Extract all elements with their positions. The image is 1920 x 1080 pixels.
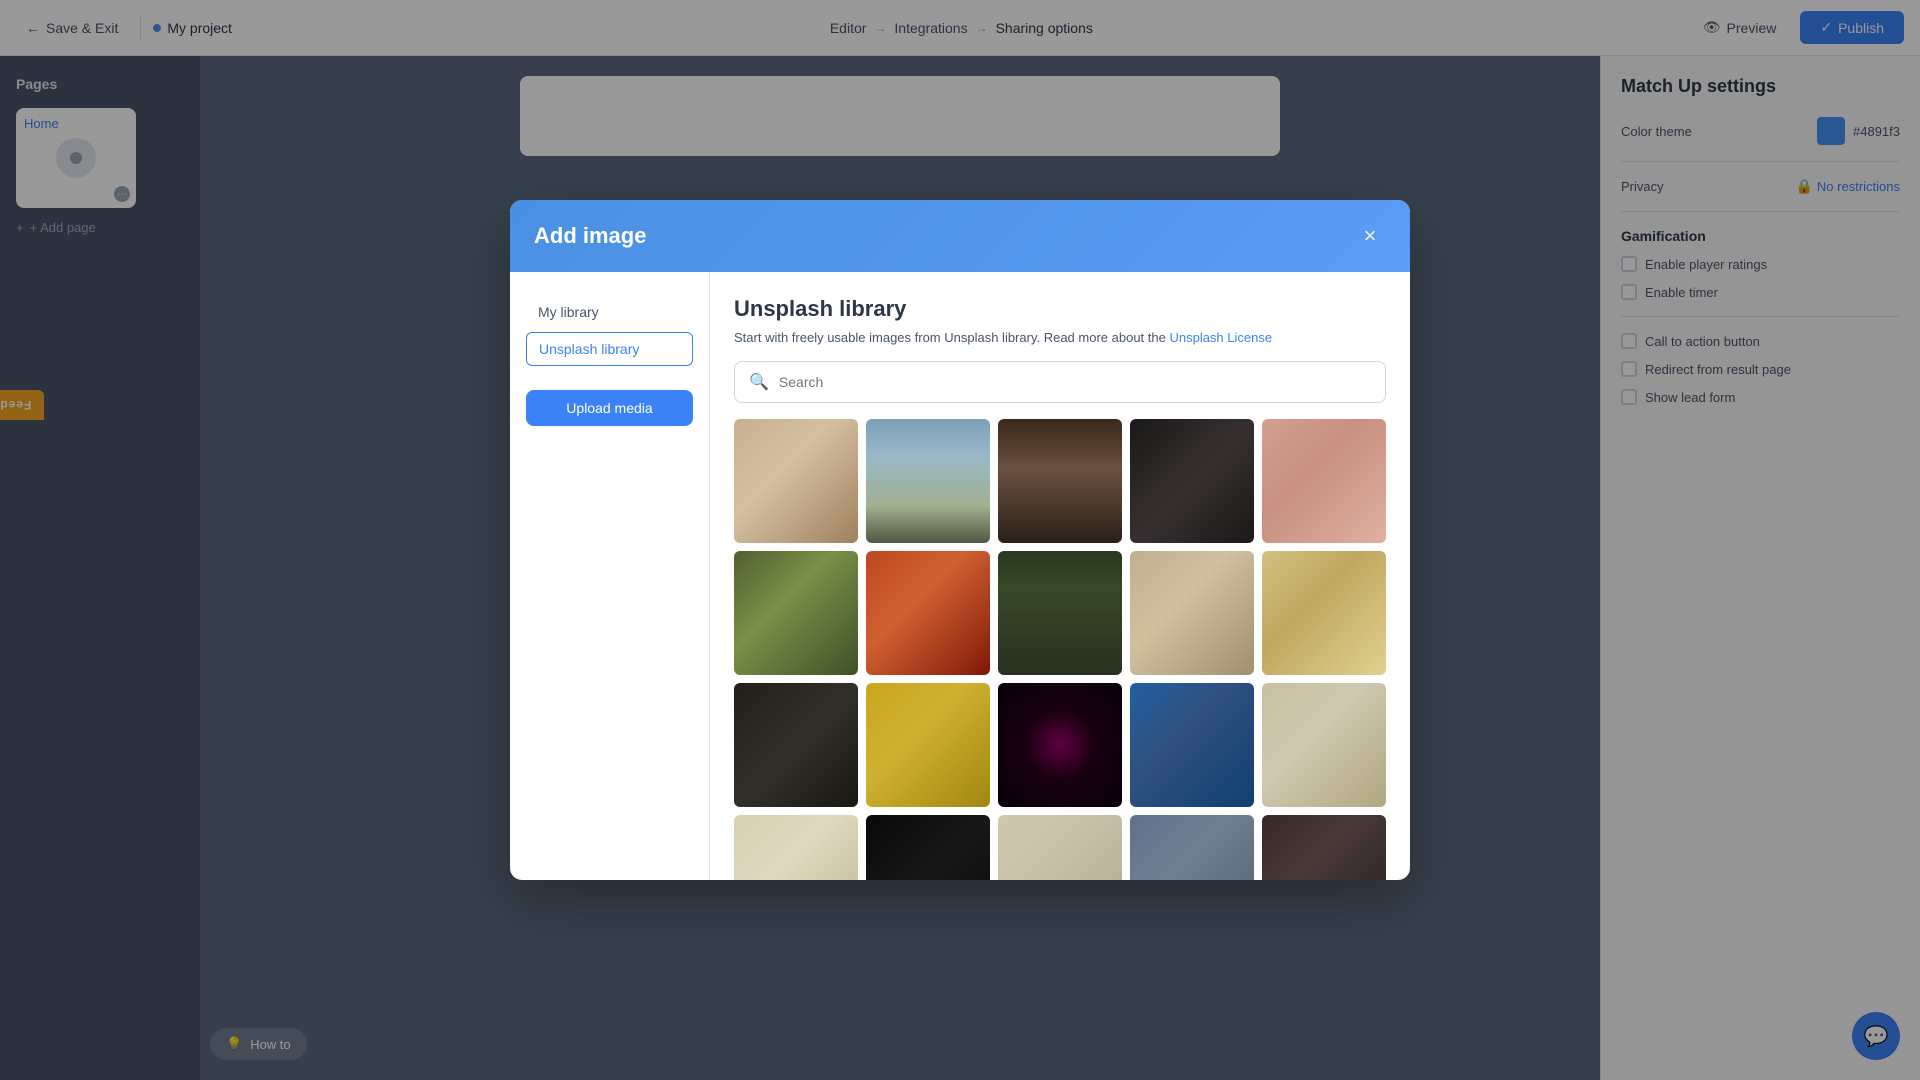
unsplash-title: Unsplash library [734, 296, 1386, 322]
image-cell[interactable] [1130, 815, 1254, 880]
search-icon: 🔍 [749, 372, 769, 392]
image-cell[interactable] [734, 683, 858, 807]
my-library-nav[interactable]: My library [526, 296, 693, 328]
image-cell[interactable] [1130, 683, 1254, 807]
image-cell[interactable] [866, 683, 990, 807]
image-cell[interactable] [734, 419, 858, 543]
modal-title: Add image [534, 223, 646, 249]
modal-sidebar: My library Unsplash library Upload media [510, 272, 710, 880]
unsplash-library-nav[interactable]: Unsplash library [526, 332, 693, 366]
image-cell[interactable] [1130, 551, 1254, 675]
modal-close-button[interactable]: × [1354, 220, 1386, 252]
unsplash-link[interactable]: Unsplash License [1169, 330, 1272, 345]
modal-content-area: Unsplash library Start with freely usabl… [710, 272, 1410, 880]
search-bar: 🔍 [734, 361, 1386, 403]
image-cell[interactable] [998, 551, 1122, 675]
modal-body: My library Unsplash library Upload media… [510, 272, 1410, 880]
image-cell[interactable] [866, 419, 990, 543]
image-cell[interactable] [998, 815, 1122, 880]
image-cell[interactable] [1262, 551, 1386, 675]
image-cell[interactable] [1262, 419, 1386, 543]
unsplash-desc: Start with freely usable images from Uns… [734, 330, 1386, 345]
image-cell[interactable] [734, 551, 858, 675]
add-image-modal: Add image × My library Unsplash library … [510, 200, 1410, 880]
image-cell[interactable] [998, 683, 1122, 807]
image-cell[interactable] [866, 551, 990, 675]
image-cell[interactable] [1262, 815, 1386, 880]
modal-overlay[interactable]: Add image × My library Unsplash library … [0, 0, 1920, 1080]
search-input[interactable] [779, 374, 1371, 390]
image-cell[interactable] [998, 419, 1122, 543]
image-grid [734, 419, 1386, 880]
image-cell[interactable] [1130, 419, 1254, 543]
image-cell[interactable] [1262, 683, 1386, 807]
image-cell[interactable] [866, 815, 990, 880]
modal-header: Add image × [510, 200, 1410, 272]
upload-media-button[interactable]: Upload media [526, 390, 693, 426]
image-cell[interactable] [734, 815, 858, 880]
